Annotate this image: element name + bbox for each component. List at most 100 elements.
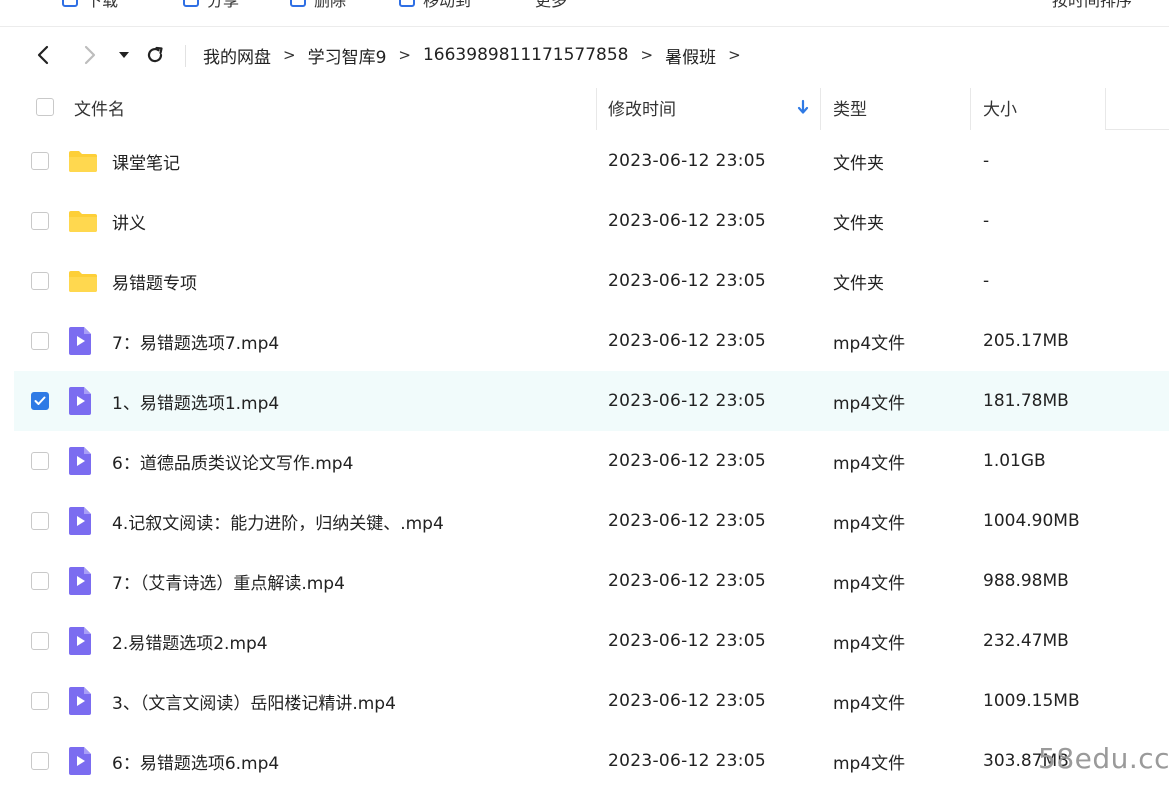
sort-indicator[interactable] xyxy=(796,84,810,130)
checkbox-box xyxy=(31,332,49,350)
check-icon xyxy=(34,396,46,405)
file-row[interactable]: 课堂笔记 2023-06-12 23:05 文件夹 - xyxy=(14,131,1169,191)
watermark-text: 58edu.cc xyxy=(1038,742,1169,775)
file-size: - xyxy=(983,211,990,231)
checkbox-box xyxy=(36,98,54,116)
back-button[interactable] xyxy=(31,43,55,67)
delete-button[interactable]: 删除 xyxy=(290,0,346,12)
file-name[interactable]: 6：道德品质类议论文写作.mp4 xyxy=(112,431,353,491)
header-type[interactable]: 类型 xyxy=(833,84,867,130)
file-size: - xyxy=(983,151,990,171)
file-name[interactable]: 易错题专项 xyxy=(112,251,197,311)
row-checkbox[interactable] xyxy=(31,551,49,611)
file-name[interactable]: 3、（文言文阅读）岳阳楼记精讲.mp4 xyxy=(112,671,396,731)
row-checkbox[interactable] xyxy=(31,671,49,731)
forward-button[interactable] xyxy=(78,43,102,67)
navigation-bar: 我的网盘 > 学习智库9 > 1663989811171577858 > 暑假班… xyxy=(0,30,1169,80)
file-name[interactable]: 课堂笔记 xyxy=(112,131,180,191)
checkbox-box xyxy=(31,512,49,530)
file-name[interactable]: 2.易错题选项2.mp4 xyxy=(112,611,268,671)
file-row[interactable]: 7：（艾青诗选）重点解读.mp4 2023-06-12 23:05 mp4文件 988… xyxy=(14,551,1169,611)
header-modified-time[interactable]: 修改时间 xyxy=(608,84,676,130)
select-all-checkbox[interactable] xyxy=(36,84,54,130)
file-modified-time: 2023-06-12 23:05 xyxy=(608,511,766,531)
checkbox-box xyxy=(31,632,49,650)
file-size: 181.78MB xyxy=(983,391,1069,411)
row-checkbox[interactable] xyxy=(31,131,49,191)
file-type-icon xyxy=(68,491,92,551)
file-type-icon xyxy=(68,131,98,191)
chevron-right-icon[interactable]: > xyxy=(728,46,741,64)
sort-menu-label: 按时间排序 xyxy=(1052,0,1133,10)
header-size[interactable]: 大小 xyxy=(983,84,1017,130)
file-type: mp4文件 xyxy=(833,333,906,354)
delete-icon xyxy=(290,0,306,7)
history-dropdown-button[interactable] xyxy=(112,43,136,67)
column-divider[interactable] xyxy=(1105,88,1106,130)
file-name[interactable]: 4.记叙文阅读：能力进阶，归纳关键、.mp4 xyxy=(112,491,444,551)
more-button[interactable]: 更多 xyxy=(535,0,567,12)
refresh-button[interactable] xyxy=(143,43,167,67)
file-type: 文件夹 xyxy=(833,213,884,234)
file-modified-time: 2023-06-12 23:05 xyxy=(608,691,766,711)
file-manager-window: 下载 分享 删除 移动到 更多 按时间排序 我的网盘 > 学习智库9 > 166… xyxy=(0,0,1169,785)
move-button[interactable]: 移动到 xyxy=(399,0,471,12)
file-row[interactable]: 7：易错题选项7.mp4 2023-06-12 23:05 mp4文件 205.17M… xyxy=(14,311,1169,371)
file-type: 文件夹 xyxy=(833,273,884,294)
more-label: 更多 xyxy=(535,0,568,10)
row-checkbox[interactable] xyxy=(31,311,49,371)
file-type-icon xyxy=(68,611,92,671)
file-row[interactable]: 易错题专项 2023-06-12 23:05 文件夹 - xyxy=(14,251,1169,311)
file-name[interactable]: 7：易错题选项7.mp4 xyxy=(112,311,279,371)
file-size: 1.01GB xyxy=(983,451,1046,471)
column-divider[interactable] xyxy=(970,88,971,130)
file-modified-time: 2023-06-12 23:05 xyxy=(608,151,766,171)
file-type: mp4文件 xyxy=(833,453,906,474)
file-name[interactable]: 7：（艾青诗选）重点解读.mp4 xyxy=(112,551,345,611)
breadcrumb-item-library[interactable]: 学习智库9 xyxy=(308,43,387,68)
breadcrumb-item-root[interactable]: 我的网盘 xyxy=(203,43,271,68)
file-row[interactable]: 1、易错题选项1.mp4 2023-06-12 23:05 mp4文件 181.78M… xyxy=(14,371,1169,431)
file-type-icon xyxy=(68,671,92,731)
breadcrumb-item-current[interactable]: 暑假班 xyxy=(665,43,716,68)
file-type: mp4文件 xyxy=(833,393,906,414)
move-icon xyxy=(399,0,415,7)
row-checkbox[interactable] xyxy=(31,491,49,551)
share-button[interactable]: 分享 xyxy=(183,0,239,12)
row-checkbox[interactable] xyxy=(31,191,49,251)
file-modified-time: 2023-06-12 23:05 xyxy=(608,331,766,351)
download-button[interactable]: 下载 xyxy=(62,0,118,12)
download-icon xyxy=(62,0,78,7)
column-divider[interactable] xyxy=(820,88,821,130)
file-type: mp4文件 xyxy=(833,693,906,714)
file-row[interactable]: 3、（文言文阅读）岳阳楼记精讲.mp4 2023-06-12 23:05 mp4文件… xyxy=(14,671,1169,731)
file-row[interactable]: 6：易错题选项6.mp4 2023-06-12 23:05 mp4文件 303.87M… xyxy=(14,731,1169,785)
folder-icon xyxy=(69,151,97,172)
row-checkbox[interactable] xyxy=(31,251,49,311)
breadcrumb-item-folder-id[interactable]: 1663989811171577858 xyxy=(423,45,629,65)
video-file-icon xyxy=(69,447,91,475)
checkbox-box xyxy=(31,452,49,470)
header-name[interactable]: 文件名 xyxy=(74,84,125,130)
file-size: 1009.15MB xyxy=(983,691,1080,711)
share-label: 分享 xyxy=(207,0,240,10)
file-name[interactable]: 6：易错题选项6.mp4 xyxy=(112,731,279,785)
row-checkbox[interactable] xyxy=(31,371,49,431)
row-checkbox[interactable] xyxy=(31,431,49,491)
sort-menu-button[interactable]: 按时间排序 xyxy=(1052,0,1132,12)
row-checkbox[interactable] xyxy=(31,611,49,671)
video-file-icon xyxy=(69,327,91,355)
file-name[interactable]: 讲义 xyxy=(112,191,146,251)
file-row[interactable]: 2.易错题选项2.mp4 2023-06-12 23:05 mp4文件 232.47M… xyxy=(14,611,1169,671)
row-checkbox[interactable] xyxy=(31,731,49,785)
file-row[interactable]: 6：道德品质类议论文写作.mp4 2023-06-12 23:05 mp4文件 1.0… xyxy=(14,431,1169,491)
column-divider[interactable] xyxy=(596,88,597,130)
file-size: 988.98MB xyxy=(983,571,1069,591)
file-row[interactable]: 讲义 2023-06-12 23:05 文件夹 - xyxy=(14,191,1169,251)
delete-label: 删除 xyxy=(314,0,347,10)
file-row[interactable]: 4.记叙文阅读：能力进阶，归纳关键、.mp4 2023-06-12 23:05 mp… xyxy=(14,491,1169,551)
file-name[interactable]: 1、易错题选项1.mp4 xyxy=(112,371,279,431)
checkbox-box xyxy=(31,752,49,770)
file-modified-time: 2023-06-12 23:05 xyxy=(608,451,766,471)
chevron-right-icon: > xyxy=(398,46,411,64)
